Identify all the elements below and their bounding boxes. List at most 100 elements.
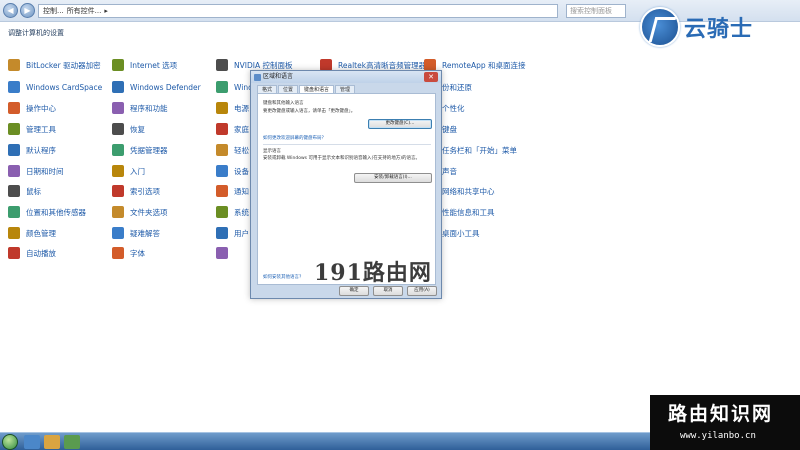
tab-keyboards[interactable]: 键盘和语言 [299, 85, 335, 93]
control-panel-item-icon [8, 165, 20, 177]
watermark-text: 191路由网 [314, 260, 432, 286]
back-button[interactable]: ◀ [3, 3, 18, 18]
dialog-title: 区域和语言 [263, 73, 294, 80]
tab-formats[interactable]: 格式 [257, 85, 278, 93]
control-panel-item-label: 鼠标 [26, 186, 41, 196]
display-language-heading: 显示语言 [263, 149, 281, 154]
control-panel-item[interactable]: 系统 [216, 205, 249, 219]
control-panel-item[interactable]: Windows Defender [112, 80, 201, 94]
control-panel-item[interactable]: 通知 [216, 184, 249, 198]
keyboard-description: 要更改键盘或输入语言，请单击「更改键盘」。 [263, 109, 356, 114]
control-panel-item-label: 索引选项 [130, 186, 160, 196]
control-panel-item[interactable]: 索引选项 [112, 184, 160, 198]
control-panel-item-icon [8, 144, 20, 156]
control-panel-item[interactable]: 位置和其他传感器 [8, 205, 86, 219]
control-panel-item[interactable]: 疑难解答 [112, 226, 160, 240]
control-panel-item[interactable]: BitLocker 驱动器加密 [8, 58, 101, 72]
control-panel-item[interactable]: 管理工具 [8, 122, 56, 136]
close-button[interactable]: ✕ [424, 72, 438, 82]
knight-icon [640, 7, 680, 47]
brand-logo: 云骑士 [640, 6, 753, 48]
control-panel-item-icon [8, 185, 20, 197]
brand-text: 云骑士 [684, 16, 754, 42]
keyboard-heading: 键盘和其他输入语言 [263, 101, 304, 106]
control-panel-item[interactable]: 默认程序 [8, 143, 56, 157]
breadcrumb-3[interactable]: ▸ [104, 7, 108, 15]
cancel-button[interactable]: 取消 [373, 286, 403, 296]
tab-location[interactable]: 位置 [278, 85, 299, 93]
breadcrumb-2[interactable]: 所有控件... [67, 6, 102, 16]
control-panel-item[interactable]: 轻松 [216, 143, 249, 157]
apply-button[interactable]: 应用(A) [407, 286, 437, 296]
control-panel-item-label: 文件夹选项 [130, 207, 168, 217]
control-panel-item-icon [216, 206, 228, 218]
promo-banner: 路由知识网 www.yilanbo.cn [650, 395, 800, 450]
control-panel-item-label: 操作中心 [26, 103, 56, 113]
address-field[interactable]: 控制... 所有控件... ▸ [38, 4, 558, 18]
control-panel-item-label: 设备 [234, 166, 249, 176]
control-panel-item-icon [8, 102, 20, 114]
control-panel-item-label: 任务栏和「开始」菜单 [442, 145, 517, 155]
control-panel-item-label: 系统 [234, 207, 249, 217]
control-panel-item-label: Realtek高清晰音频管理器 [338, 60, 427, 70]
control-panel-item-icon [112, 123, 124, 135]
control-panel-item[interactable]: 自动播放 [8, 246, 56, 260]
install-languages-link[interactable]: 如何安装其他语言？ [263, 274, 304, 280]
control-panel-item-icon [112, 59, 124, 71]
control-panel-item-icon [112, 185, 124, 197]
search-input[interactable]: 搜索控制面板 [566, 4, 626, 18]
control-panel-item[interactable]: 字体 [112, 246, 145, 260]
control-panel-item-label: 恢复 [130, 124, 145, 134]
control-panel-item-label: NVIDIA 控制面板 [234, 60, 293, 70]
control-panel-item-label: 管理工具 [26, 124, 56, 134]
tab-administrative[interactable]: 管理 [335, 85, 356, 93]
control-panel-item-label: 默认程序 [26, 145, 56, 155]
control-panel-item[interactable]: 入门 [112, 164, 145, 178]
breadcrumb-1[interactable]: 控制... [43, 6, 64, 16]
control-panel-item[interactable]: 恢复 [112, 122, 145, 136]
control-panel-item-label: 个性化 [442, 103, 465, 113]
start-button[interactable] [2, 434, 18, 450]
control-panel-item-label: 通知 [234, 186, 249, 196]
control-panel-item[interactable]: Wind [216, 80, 253, 94]
control-panel-item-label: 桌面小工具 [442, 228, 480, 238]
control-panel-item-label: 性能信息和工具 [442, 207, 495, 217]
control-panel-item[interactable]: Internet 选项 [112, 58, 177, 72]
control-panel-item-icon [8, 123, 20, 135]
control-panel-item-icon [112, 165, 124, 177]
control-panel-item-icon [8, 81, 20, 93]
change-keyboard-button[interactable]: 更改键盘(C)... [368, 119, 432, 129]
control-panel-item[interactable]: 文件夹选项 [112, 205, 168, 219]
control-panel-item[interactable]: Windows CardSpace [8, 80, 102, 94]
explorer-icon[interactable] [24, 435, 40, 449]
folder-icon[interactable] [44, 435, 60, 449]
control-panel-item[interactable]: 设备 [216, 164, 249, 178]
control-panel-item[interactable]: 日期和时间 [8, 164, 64, 178]
install-languages-button[interactable]: 安装/卸载语言(I)... [354, 173, 432, 183]
control-panel-item-icon [216, 102, 228, 114]
control-panel-item[interactable]: 电源 [216, 101, 249, 115]
control-panel-item[interactable]: 鼠标 [8, 184, 41, 198]
control-panel-item-label: 轻松 [234, 145, 249, 155]
promo-url: www.yilanbo.cn [680, 431, 756, 441]
control-panel-item-icon [112, 227, 124, 239]
control-panel-item-icon [216, 81, 228, 93]
display-language-description: 安装或卸载 Windows 可用于显示文本和识别语音输入(在支持的地方)的语言。 [263, 156, 420, 161]
control-panel-item[interactable]: 家庭 [216, 122, 249, 136]
control-panel-item-label: 凭据管理器 [130, 145, 168, 155]
control-panel-item-label: 家庭 [234, 124, 249, 134]
control-panel-item[interactable]: 凭据管理器 [112, 143, 168, 157]
control-panel-item[interactable]: 颜色管理 [8, 226, 56, 240]
control-panel-item[interactable]: 用户 [216, 226, 249, 240]
promo-title: 路由知识网 [668, 403, 774, 425]
keyboard-layout-link[interactable]: 如何更改欢迎屏幕的键盘布局？ [263, 135, 326, 141]
control-panel-item[interactable]: 程序和功能 [112, 101, 168, 115]
forward-button[interactable]: ▶ [20, 3, 35, 18]
page-title: 调整计算机的设置 [8, 29, 64, 37]
ok-button[interactable]: 确定 [339, 286, 369, 296]
control-panel-item[interactable]: 操作中心 [8, 101, 56, 115]
media-icon[interactable] [64, 435, 80, 449]
control-panel-item-icon [112, 102, 124, 114]
control-panel-item-label: RemoteApp 和桌面连接 [442, 60, 526, 70]
control-panel-item[interactable] [216, 246, 234, 260]
